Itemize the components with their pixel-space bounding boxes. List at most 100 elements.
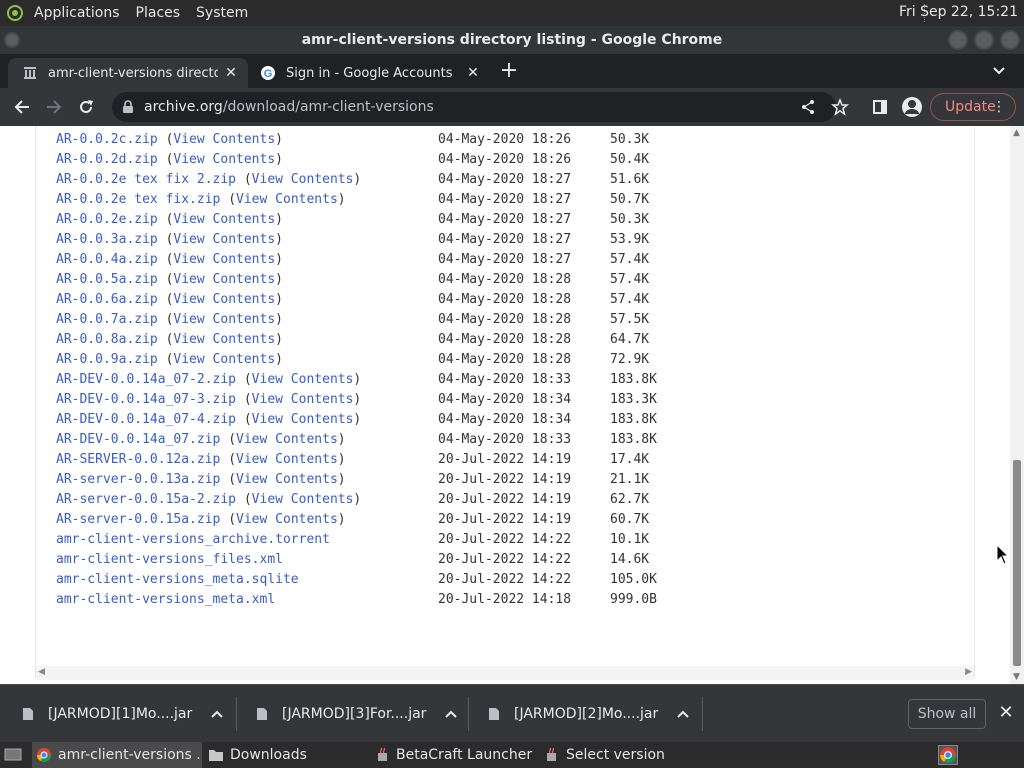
- view-contents-link[interactable]: View Contents: [252, 372, 354, 387]
- file-link[interactable]: AR-0.0.2e tex fix.zip: [56, 192, 220, 207]
- tab-search-chevron-icon[interactable]: [992, 63, 1008, 79]
- close-tab-icon[interactable]: ✕: [464, 64, 482, 82]
- file-link[interactable]: AR-0.0.2d.zip: [56, 152, 158, 167]
- file-link[interactable]: AR-0.0.9a.zip: [56, 352, 158, 367]
- scroll-left-icon[interactable]: ◀: [38, 667, 45, 677]
- view-contents-link[interactable]: View Contents: [236, 432, 338, 447]
- listing-row: AR-0.0.2c.zip (View Contents) 04-May-2020…: [56, 130, 649, 150]
- view-contents-link[interactable]: View Contents: [173, 332, 275, 347]
- menu-system[interactable]: System: [196, 5, 248, 21]
- more-menu-icon[interactable]: ⋮: [992, 94, 1006, 120]
- file-link[interactable]: AR-DEV-0.0.14a_07.zip: [56, 432, 220, 447]
- menu-places[interactable]: Places: [136, 5, 181, 21]
- window-menu-button[interactable]: [4, 32, 20, 48]
- download-item[interactable]: [JARMOD][1]Mo....jar: [22, 685, 224, 743]
- view-contents-link[interactable]: View Contents: [252, 492, 354, 507]
- file-link[interactable]: AR-server-0.0.15a.zip: [56, 512, 220, 527]
- taskbar-item-select-version[interactable]: Select version: [540, 742, 706, 768]
- view-contents-link[interactable]: View Contents: [252, 392, 354, 407]
- file-link[interactable]: AR-server-0.0.15a-2.zip: [56, 492, 236, 507]
- download-item[interactable]: [JARMOD][2]Mo....jar: [488, 685, 690, 743]
- file-link[interactable]: AR-0.0.5a.zip: [56, 272, 158, 287]
- clock[interactable]: Fri Sep 22, 15:21: [899, 4, 1018, 20]
- distro-logo-icon[interactable]: [4, 2, 26, 24]
- maximize-button[interactable]: [974, 30, 994, 50]
- show-all-downloads-button[interactable]: Show all: [908, 699, 986, 729]
- view-contents-link[interactable]: View Contents: [236, 472, 338, 487]
- profile-avatar-icon[interactable]: [900, 95, 924, 119]
- vertical-scrollbar[interactable]: ▲ ▼: [1010, 126, 1024, 684]
- view-contents-link[interactable]: View Contents: [236, 452, 338, 467]
- scroll-right-icon[interactable]: ▶: [965, 667, 972, 677]
- chevron-up-icon[interactable]: [676, 707, 690, 721]
- file-link[interactable]: AR-server-0.0.13a.zip: [56, 472, 220, 487]
- view-contents-link[interactable]: View Contents: [173, 252, 275, 267]
- taskbar-item-betacraft[interactable]: BetaCraft Launcher ...: [372, 742, 538, 768]
- view-contents-link[interactable]: View Contents: [173, 152, 275, 167]
- chevron-up-icon[interactable]: [210, 707, 224, 721]
- view-contents-link[interactable]: View Contents: [173, 292, 275, 307]
- view-contents-link[interactable]: View Contents: [252, 172, 354, 187]
- file-link[interactable]: AR-0.0.6a.zip: [56, 292, 158, 307]
- back-button[interactable]: [10, 95, 34, 119]
- file-link[interactable]: AR-0.0.2e.zip: [56, 212, 158, 227]
- view-contents-link[interactable]: View Contents: [173, 272, 275, 287]
- view-contents-link[interactable]: View Contents: [173, 132, 275, 147]
- tray-chrome-icon[interactable]: [938, 745, 958, 765]
- file-link[interactable]: AR-SERVER-0.0.12a.zip: [56, 452, 220, 467]
- menu-applications[interactable]: Applications: [34, 5, 120, 21]
- close-tab-icon[interactable]: ✕: [222, 64, 240, 82]
- file-link[interactable]: AR-0.0.2e tex fix 2.zip: [56, 172, 236, 187]
- file-link[interactable]: amr-client-versions_files.xml: [56, 552, 283, 567]
- reload-button[interactable]: [74, 95, 98, 119]
- horizontal-scrollbar[interactable]: ◀ ▶: [36, 666, 974, 680]
- file-link[interactable]: AR-0.0.4a.zip: [56, 252, 158, 267]
- url-host: archive.org: [144, 99, 223, 115]
- share-icon[interactable]: [796, 95, 820, 119]
- forward-button[interactable]: [42, 95, 66, 119]
- address-bar[interactable]: archive.org/download/amr-client-versions: [112, 92, 836, 122]
- file-link[interactable]: amr-client-versions_meta.xml: [56, 592, 275, 607]
- file-link[interactable]: AR-DEV-0.0.14a_07-3.zip: [56, 392, 236, 407]
- file-link[interactable]: amr-client-versions_meta.sqlite: [56, 572, 299, 587]
- download-item[interactable]: [JARMOD][3]For....jar: [256, 685, 458, 743]
- close-window-button[interactable]: [1000, 30, 1020, 50]
- view-contents-link[interactable]: View Contents: [173, 352, 275, 367]
- view-contents-link[interactable]: View Contents: [236, 192, 338, 207]
- view-contents-link[interactable]: View Contents: [236, 512, 338, 527]
- tab-archive-listing[interactable]: amr-client-versions directory l ✕: [8, 58, 248, 88]
- file-date: 04-May-2020 18:28: [438, 292, 572, 307]
- side-panel-icon[interactable]: [868, 95, 892, 119]
- file-link[interactable]: AR-0.0.3a.zip: [56, 232, 158, 247]
- file-link[interactable]: AR-DEV-0.0.14a_07-2.zip: [56, 372, 236, 387]
- file-link[interactable]: AR-0.0.8a.zip: [56, 332, 158, 347]
- paren-open: (: [157, 232, 174, 247]
- file-date: 04-May-2020 18:26: [438, 132, 572, 147]
- view-contents-link[interactable]: View Contents: [173, 312, 275, 327]
- view-contents-link[interactable]: View Contents: [252, 412, 354, 427]
- file-link[interactable]: amr-client-versions_archive.torrent: [56, 532, 330, 547]
- scroll-up-icon[interactable]: ▲: [1013, 128, 1020, 138]
- taskbar-item-downloads[interactable]: Downloads: [204, 742, 370, 768]
- taskbar-item-chrome[interactable]: amr-client-versions ...: [32, 742, 202, 768]
- new-tab-button[interactable]: +: [498, 60, 520, 82]
- file-link[interactable]: AR-DEV-0.0.14a_07-4.zip: [56, 412, 236, 427]
- scroll-down-icon[interactable]: ▼: [1013, 672, 1020, 682]
- page-content[interactable]: AR-0.0.2c.zip (View Contents) 04-May-2020…: [0, 126, 1010, 684]
- bookmark-star-icon[interactable]: [828, 95, 852, 119]
- view-contents-link[interactable]: View Contents: [173, 232, 275, 247]
- tab-google-sign-in[interactable]: G Sign in - Google Accounts ✕: [246, 58, 490, 88]
- close-downloads-bar-icon[interactable]: ✕: [996, 703, 1016, 723]
- paren-close: ): [353, 172, 362, 187]
- file-link[interactable]: AR-0.0.7a.zip: [56, 312, 158, 327]
- file-link[interactable]: AR-0.0.2c.zip: [56, 132, 158, 147]
- download-filename: [JARMOD][2]Mo....jar: [514, 706, 659, 722]
- scrollbar-thumb[interactable]: [1013, 460, 1021, 666]
- show-desktop-button[interactable]: [0, 742, 30, 768]
- minimize-button[interactable]: [948, 30, 968, 50]
- lock-icon[interactable]: [122, 100, 136, 114]
- chevron-up-icon[interactable]: [444, 707, 458, 721]
- paren-close: ): [275, 332, 283, 347]
- view-contents-link[interactable]: View Contents: [173, 212, 275, 227]
- update-button[interactable]: Update ⋮: [930, 93, 1016, 121]
